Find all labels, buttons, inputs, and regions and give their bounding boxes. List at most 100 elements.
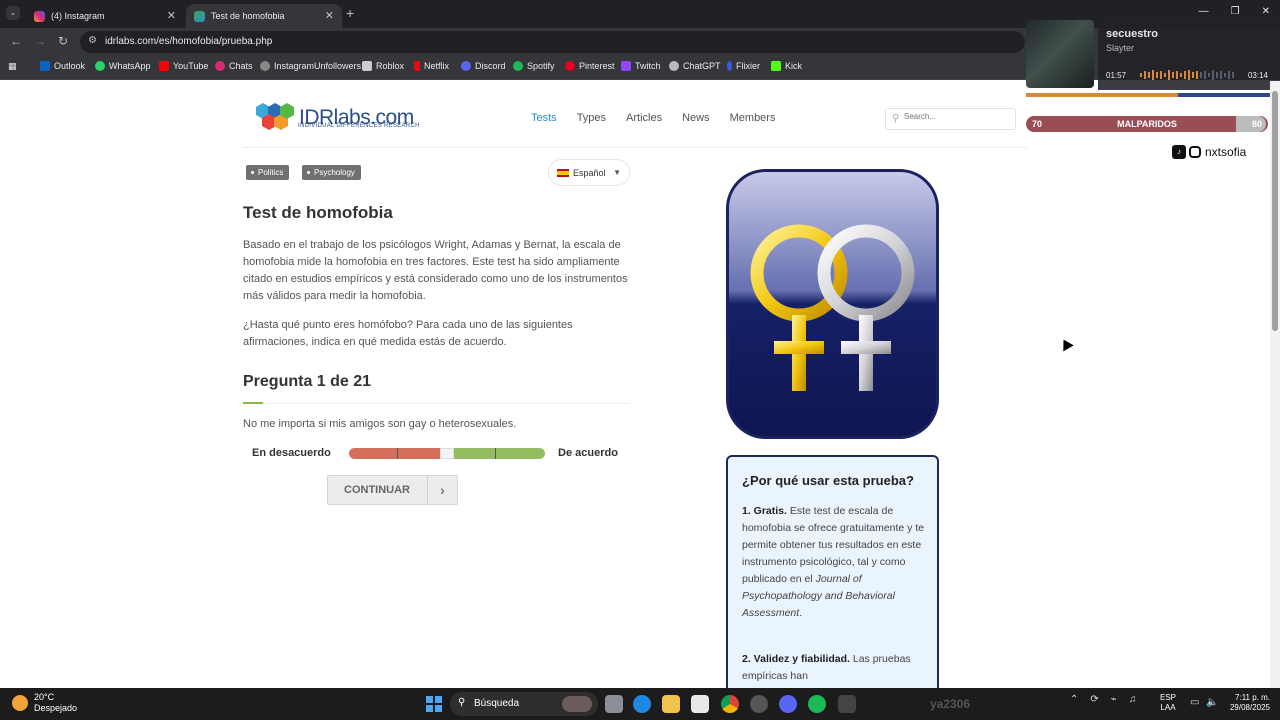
taskbar-search[interactable]: ⚲ Búsqueda: [450, 692, 598, 716]
instagram-icon: [215, 61, 225, 71]
reload-icon[interactable]: ↻: [58, 34, 68, 48]
bookmark-chats[interactable]: Chats: [215, 61, 253, 71]
scale-disagree-label: En desacuerdo: [252, 447, 331, 459]
bookmark-outlook[interactable]: Outlook: [40, 61, 85, 71]
weather-widget[interactable]: 20°C Despejado: [12, 692, 77, 714]
nav-news[interactable]: News: [682, 112, 710, 124]
heading-divider: [263, 403, 630, 404]
back-icon[interactable]: ←: [10, 34, 22, 48]
bookmark-youtube[interactable]: YouTube: [159, 61, 208, 71]
nav-tests[interactable]: Tests: [531, 112, 557, 124]
chevron-up-icon[interactable]: ⌃: [1070, 694, 1078, 705]
tab-instagram[interactable]: (4) Instagram ✕: [26, 4, 184, 28]
chrome-icon[interactable]: [721, 695, 739, 713]
test-instructions: ¿Hasta qué punto eres homófobo? Para cad…: [243, 319, 573, 348]
maximize-icon[interactable]: ❐: [1231, 6, 1240, 17]
system-clock[interactable]: 7:11 p. m. 29/08/2025: [1226, 693, 1270, 713]
slider-tick: [397, 448, 398, 459]
task-view-icon[interactable]: [605, 695, 623, 713]
close-tab-icon[interactable]: ✕: [325, 9, 334, 22]
close-tab-icon[interactable]: ✕: [167, 9, 176, 22]
new-tab-button[interactable]: +: [346, 5, 354, 21]
tab-search-button[interactable]: ⌄: [6, 6, 20, 20]
header-divider: [243, 147, 1028, 148]
sync-icon[interactable]: ⟳: [1090, 694, 1098, 705]
site-info-icon[interactable]: ⚙: [88, 35, 97, 46]
slider-tick: [495, 448, 496, 459]
nav-members[interactable]: Members: [730, 112, 776, 124]
bookmark-kick[interactable]: Kick: [771, 61, 802, 71]
volume-icon[interactable]: 🔈: [1206, 697, 1218, 708]
edge-icon[interactable]: [633, 695, 651, 713]
minimize-icon[interactable]: —: [1199, 6, 1209, 17]
track-artist: Slayter: [1106, 43, 1135, 53]
level-bar: MALPARIDOS 70 80: [1026, 116, 1268, 132]
system-tray: ⌃ ⟳ ⌁ ♫: [1070, 694, 1136, 705]
bookmark-discord[interactable]: Discord: [461, 61, 506, 71]
network-icon[interactable]: ⌁: [1111, 694, 1117, 705]
input-language[interactable]: ESP LAA: [1160, 693, 1176, 713]
page-title: Test de homofobia: [243, 203, 393, 222]
tab-title: (4) Instagram: [51, 11, 105, 21]
display-icon[interactable]: ▭: [1190, 697, 1199, 708]
slider-disagree-segment[interactable]: [349, 448, 440, 459]
spotify-icon[interactable]: [808, 695, 826, 713]
taskbar-search-label: Búsqueda: [474, 698, 520, 709]
hexagon-logo-icon: [256, 103, 294, 130]
store-icon[interactable]: [691, 695, 709, 713]
spain-flag-icon: [557, 168, 569, 177]
bookmark-spotify[interactable]: Spotify: [513, 61, 555, 71]
track-title: secuestro: [1106, 28, 1158, 40]
tab-test-homofobia[interactable]: Test de homofobia ✕: [186, 4, 342, 28]
tag-politics[interactable]: Politics: [246, 165, 290, 180]
page-scrollbar[interactable]: [1270, 81, 1280, 688]
tag-psychology[interactable]: Psychology: [302, 165, 361, 180]
search-input[interactable]: [904, 112, 1009, 121]
nav-types[interactable]: Types: [577, 112, 606, 124]
question-heading: Pregunta 1 de 21: [243, 373, 372, 390]
scrollbar-thumb[interactable]: [1272, 91, 1278, 331]
logo-subtitle: INDIVIDUAL DIFFERENCES RESEARCH: [298, 123, 420, 129]
whatsapp-icon: [95, 61, 105, 71]
bookmark-netflix[interactable]: Netflix: [414, 61, 449, 71]
nav-articles[interactable]: Articles: [626, 112, 662, 124]
outlook-icon: [40, 61, 50, 71]
site-search-box[interactable]: ⚲: [885, 108, 1016, 130]
language-selector[interactable]: Español ▼: [548, 159, 630, 186]
start-button[interactable]: [426, 696, 442, 712]
forward-icon[interactable]: →: [34, 34, 46, 48]
file-explorer-icon[interactable]: [662, 695, 680, 713]
apps-icon[interactable]: ▦: [8, 61, 17, 72]
total-time: 03:14: [1247, 71, 1268, 80]
agreement-slider[interactable]: [349, 448, 545, 459]
discord-icon: [461, 61, 471, 71]
close-window-icon[interactable]: ✕: [1262, 6, 1270, 17]
bookmark-instagramunfollowers[interactable]: InstagramUnfollowers: [260, 61, 361, 71]
now-playing-widget: secuestro Slayter 01:57 03:14: [1024, 20, 1280, 100]
discord-icon[interactable]: [779, 695, 797, 713]
bookmark-chatgpt[interactable]: ChatGPT: [669, 61, 721, 71]
waveform-icon: [1140, 70, 1234, 80]
bookmark-pinterest[interactable]: Pinterest: [565, 61, 615, 71]
temperature: 20°C: [34, 692, 55, 702]
bookmark-flixier[interactable]: Flixier: [727, 61, 760, 71]
album-art: [1026, 20, 1094, 88]
microphone-icon[interactable]: ♫: [1129, 694, 1137, 705]
bookmark-whatsapp[interactable]: WhatsApp: [95, 61, 151, 71]
site-navigation: Tests Types Articles News Members: [531, 112, 795, 124]
slider-handle[interactable]: [440, 448, 454, 459]
bookmark-twitch[interactable]: Twitch: [621, 61, 661, 71]
continue-button[interactable]: CONTINUAR ›: [327, 475, 458, 505]
obs-icon[interactable]: [838, 695, 856, 713]
weather-condition: Despejado: [34, 703, 78, 713]
address-bar[interactable]: ⚙ idrlabs.com/es/homofobia/prueba.php: [80, 31, 1025, 53]
kick-icon: [771, 61, 781, 71]
url-text[interactable]: idrlabs.com/es/homofobia/prueba.php: [105, 36, 272, 47]
bookmark-roblox[interactable]: Roblox: [362, 61, 404, 71]
slider-agree-segment[interactable]: [454, 448, 545, 459]
pinterest-icon: [565, 61, 575, 71]
continue-label: CONTINUAR: [344, 484, 410, 496]
idrlabs-logo[interactable]: IDRlabs.com INDIVIDUAL DIFFERENCES RESEA…: [253, 101, 419, 135]
question-text: No me importa si mis amigos son gay o he…: [243, 418, 517, 430]
clock-app-icon[interactable]: [750, 695, 768, 713]
